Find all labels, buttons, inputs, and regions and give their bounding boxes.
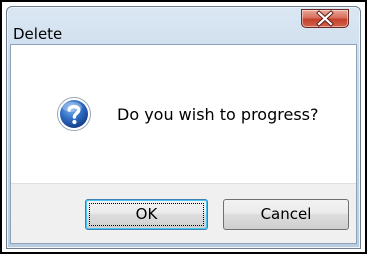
cancel-button[interactable]: Cancel: [223, 199, 349, 230]
question-icon: [57, 97, 91, 131]
close-button[interactable]: [301, 9, 349, 28]
ok-button-label: OK: [135, 205, 158, 223]
cancel-button-label: Cancel: [260, 205, 312, 223]
window-title: Delete: [13, 25, 63, 43]
title-bar[interactable]: Delete: [7, 7, 360, 44]
button-bar: OK Cancel: [11, 183, 356, 243]
dialog-window: Delete Do you wish to progress? OK Cance…: [6, 6, 361, 249]
screenshot-frame: Delete Do you wish to progress? OK Cance…: [0, 0, 367, 254]
message-area: Do you wish to progress?: [11, 45, 356, 183]
dialog-body: Do you wish to progress? OK Cancel: [10, 44, 357, 244]
close-x-icon: [316, 10, 334, 27]
ok-button[interactable]: OK: [85, 199, 208, 230]
dialog-message: Do you wish to progress?: [117, 105, 319, 124]
